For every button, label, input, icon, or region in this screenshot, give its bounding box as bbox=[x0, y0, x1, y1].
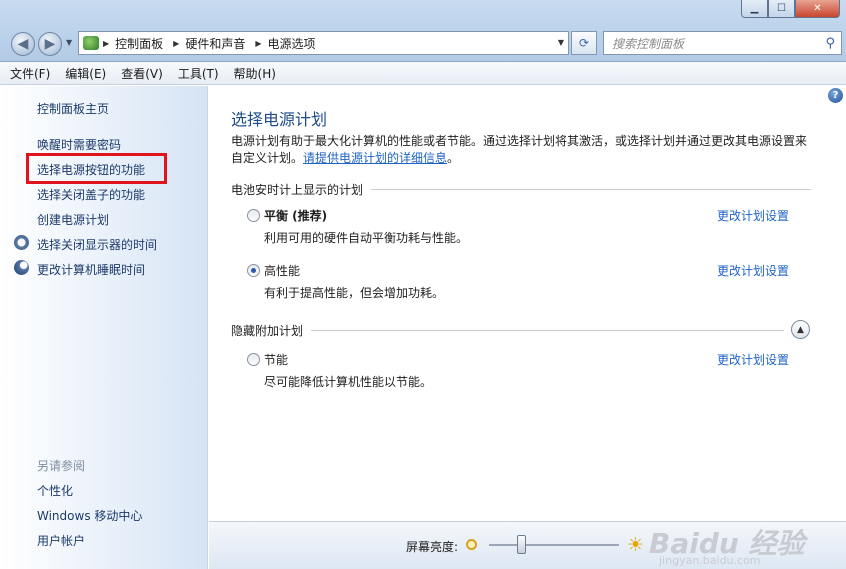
page-title: 选择电源计划 bbox=[231, 110, 328, 129]
search-input[interactable]: 搜索控制面板 ⚲ bbox=[603, 31, 842, 55]
brightness-slider[interactable] bbox=[489, 544, 619, 546]
breadcrumb-power-options[interactable]: 电源选项 bbox=[268, 35, 316, 52]
refresh-button[interactable]: ⟳ bbox=[571, 31, 597, 55]
sidebar-link-lid-close[interactable]: 选择关闭盖子的功能 bbox=[37, 186, 145, 203]
brightness-bar: 屏幕亮度: ☀ Baidu 经验 jingyan.baidu.com bbox=[209, 521, 846, 569]
baidu-watermark: Baidu 经验 jingyan.baidu.com bbox=[649, 522, 805, 567]
see-also-heading: 另请参阅 bbox=[37, 459, 86, 473]
breadcrumb-arrow-icon[interactable]: ▶ bbox=[103, 39, 109, 48]
menu-tools[interactable]: 工具(T) bbox=[178, 65, 219, 82]
breadcrumb-arrow-icon[interactable]: ▶ bbox=[173, 39, 179, 48]
breadcrumb-control-panel[interactable]: 控制面板 bbox=[115, 35, 163, 52]
change-plan-settings-link[interactable]: 更改计划设置 bbox=[717, 207, 789, 224]
menu-help[interactable]: 帮助(H) bbox=[234, 65, 276, 82]
breadcrumb-hardware-sound[interactable]: 硬件和声音 bbox=[185, 35, 245, 52]
plan-name: 高性能 bbox=[264, 264, 301, 278]
change-plan-settings-link[interactable]: 更改计划设置 bbox=[717, 262, 789, 279]
change-plan-settings-link[interactable]: 更改计划设置 bbox=[717, 351, 789, 368]
help-icon[interactable]: ? bbox=[828, 88, 843, 103]
plan-details-link[interactable]: 请提供电源计划的详细信息 bbox=[303, 151, 447, 165]
sidebar-link-mobility-center[interactable]: Windows 移动中心 bbox=[37, 507, 142, 524]
display-clock-icon bbox=[14, 235, 29, 250]
group-header-hidden-plans: 隐藏附加计划 bbox=[231, 322, 784, 339]
sidebar-link-create-plan[interactable]: 创建电源计划 bbox=[37, 211, 109, 228]
search-placeholder: 搜索控制面板 bbox=[612, 36, 685, 51]
maximize-button[interactable]: ☐ bbox=[768, 0, 795, 18]
forward-button[interactable]: ▶ bbox=[38, 32, 62, 56]
search-icon[interactable]: ⚲ bbox=[825, 36, 835, 51]
brightness-slider-thumb[interactable] bbox=[517, 535, 526, 554]
sidebar-link-user-accounts[interactable]: 用户帐户 bbox=[37, 532, 85, 549]
address-dropdown-icon[interactable]: ▼ bbox=[558, 38, 564, 47]
close-button[interactable]: ✕ bbox=[795, 0, 840, 18]
group-header-battery-meter: 电池安时计上显示的计划 bbox=[231, 181, 811, 198]
window-chrome: ▁ ☐ ✕ ◀ ▶ ▼ ▶ 控制面板 ▶ 硬件和声音 ▶ 电源选项 ▼ ⟳ 搜索… bbox=[0, 0, 846, 62]
sidebar-link-home[interactable]: 控制面板主页 bbox=[37, 100, 109, 117]
sidebar-link-sleep-time[interactable]: 更改计算机睡眠时间 bbox=[37, 261, 145, 278]
menu-view[interactable]: 查看(V) bbox=[121, 65, 163, 82]
minimize-button[interactable]: ▁ bbox=[741, 0, 768, 18]
highlight-annotation-box bbox=[26, 153, 167, 184]
plan-name: 平衡 (推荐) bbox=[264, 209, 328, 223]
group-label: 电池安时计上显示的计划 bbox=[231, 183, 364, 197]
recent-pages-chevron-icon[interactable]: ▼ bbox=[66, 38, 72, 47]
sleep-moon-icon bbox=[14, 260, 29, 275]
back-button[interactable]: ◀ bbox=[11, 32, 35, 56]
plan-radio-selected[interactable] bbox=[247, 264, 260, 277]
plan-description: 尽可能降低计算机性能以节能。 bbox=[264, 375, 433, 389]
menu-bar: 文件(F) 编辑(E) 查看(V) 工具(T) 帮助(H) bbox=[0, 62, 846, 85]
bright-sun-icon: ☀ bbox=[627, 534, 645, 556]
menu-edit[interactable]: 编辑(E) bbox=[65, 65, 106, 82]
group-label: 隐藏附加计划 bbox=[231, 324, 304, 338]
breadcrumb-arrow-icon[interactable]: ▶ bbox=[255, 39, 261, 48]
page-description: 电源计划有助于最大化计算机的性能或者节能。通过选择计划将其激活，或选择计划并通过… bbox=[231, 134, 808, 165]
watermark-url: jingyan.baidu.com bbox=[659, 554, 761, 567]
divider bbox=[371, 189, 811, 190]
control-panel-icon bbox=[83, 36, 99, 50]
plan-name: 节能 bbox=[264, 353, 289, 367]
sidebar-link-display-off[interactable]: 选择关闭显示器的时间 bbox=[37, 236, 157, 253]
address-bar[interactable]: ▶ 控制面板 ▶ 硬件和声音 ▶ 电源选项 ▼ bbox=[78, 31, 569, 55]
menu-file[interactable]: 文件(F) bbox=[10, 65, 50, 82]
sidebar-link-personalize[interactable]: 个性化 bbox=[37, 482, 73, 499]
plan-radio[interactable] bbox=[247, 353, 260, 366]
plan-description: 有利于提高性能，但会增加功耗。 bbox=[264, 286, 445, 300]
collapse-chevron-up-icon[interactable]: ▲ bbox=[791, 320, 810, 339]
brightness-label: 屏幕亮度: bbox=[406, 540, 459, 554]
window-controls: ▁ ☐ ✕ bbox=[741, 0, 840, 18]
main-content: ? 选择电源计划 电源计划有助于最大化计算机的性能或者节能。通过选择计划将其激活… bbox=[209, 86, 846, 521]
dim-brightness-icon bbox=[466, 539, 477, 550]
sidebar-link-wake-password[interactable]: 唤醒时需要密码 bbox=[37, 136, 121, 153]
divider bbox=[311, 330, 784, 331]
refresh-icon: ⟳ bbox=[578, 36, 590, 50]
plan-description: 利用可用的硬件自动平衡功耗与性能。 bbox=[264, 231, 469, 245]
plan-radio[interactable] bbox=[247, 209, 260, 222]
